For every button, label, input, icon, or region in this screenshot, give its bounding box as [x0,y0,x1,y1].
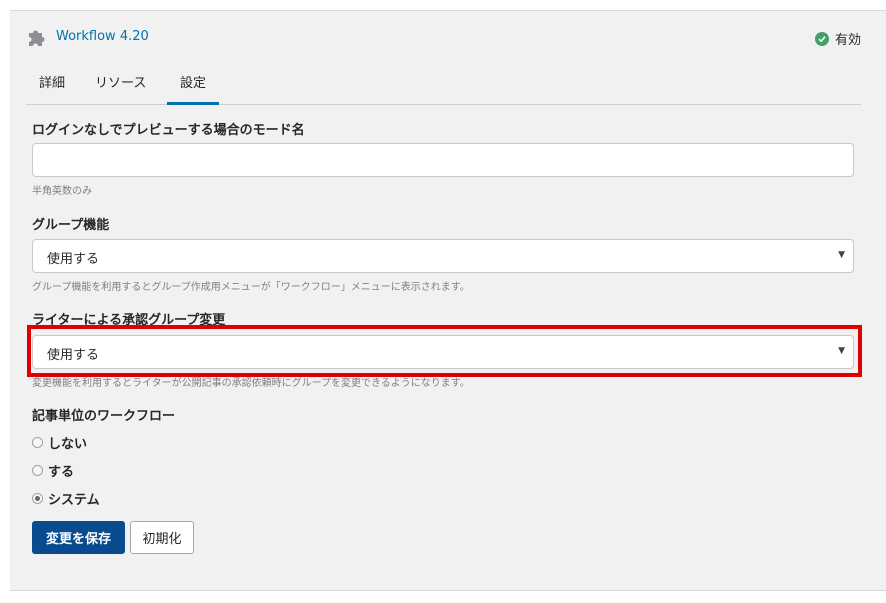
radio-button[interactable] [32,465,43,476]
radio-button[interactable] [32,493,43,504]
reset-button[interactable]: 初期化 [130,521,194,554]
tab-details[interactable]: 詳細 [26,75,78,105]
chevron-down-icon: ▼ [838,250,845,260]
plugin-settings-panel: Workflow 4.20 有効 詳細 リソース 設定 ログインなしでプレビュー… [10,10,886,591]
radio-label: システム [48,493,100,508]
group-feature-label: グループ機能 [32,218,110,233]
check-circle-icon [814,31,829,46]
save-button[interactable]: 変更を保存 [32,521,125,554]
preview-mode-help: 半角英数のみ [32,186,92,197]
tab-bar: 詳細 リソース 設定 [26,69,861,105]
puzzle-icon [26,27,47,48]
radio-option-system[interactable]: システム [32,489,100,508]
radio-option-no[interactable]: しない [32,433,87,452]
tab-settings[interactable]: 設定 [167,75,220,105]
preview-mode-input[interactable] [32,143,854,177]
group-feature-select[interactable]: 使用する ▼ [32,239,854,273]
group-feature-value: 使用する [47,252,100,267]
preview-mode-label: ログインなしでプレビューする場合のモード名 [32,123,305,138]
status-label: 有効 [834,33,861,48]
tab-resources[interactable]: リソース [82,75,159,105]
article-workflow-label: 記事単位のワークフロー [32,409,176,424]
radio-label: しない [48,437,88,452]
highlight-box [27,325,862,377]
plugin-title: Workflow 4.20 [56,29,149,44]
radio-option-yes[interactable]: する [32,461,74,480]
radio-button[interactable] [32,437,43,448]
group-feature-help: グループ機能を利用するとグループ作成用メニューが「ワークフロー」メニューに表示さ… [32,282,470,293]
panel-header: Workflow 4.20 有効 [10,11,886,63]
status-badge: 有効 [814,29,861,48]
radio-label: する [48,465,75,480]
